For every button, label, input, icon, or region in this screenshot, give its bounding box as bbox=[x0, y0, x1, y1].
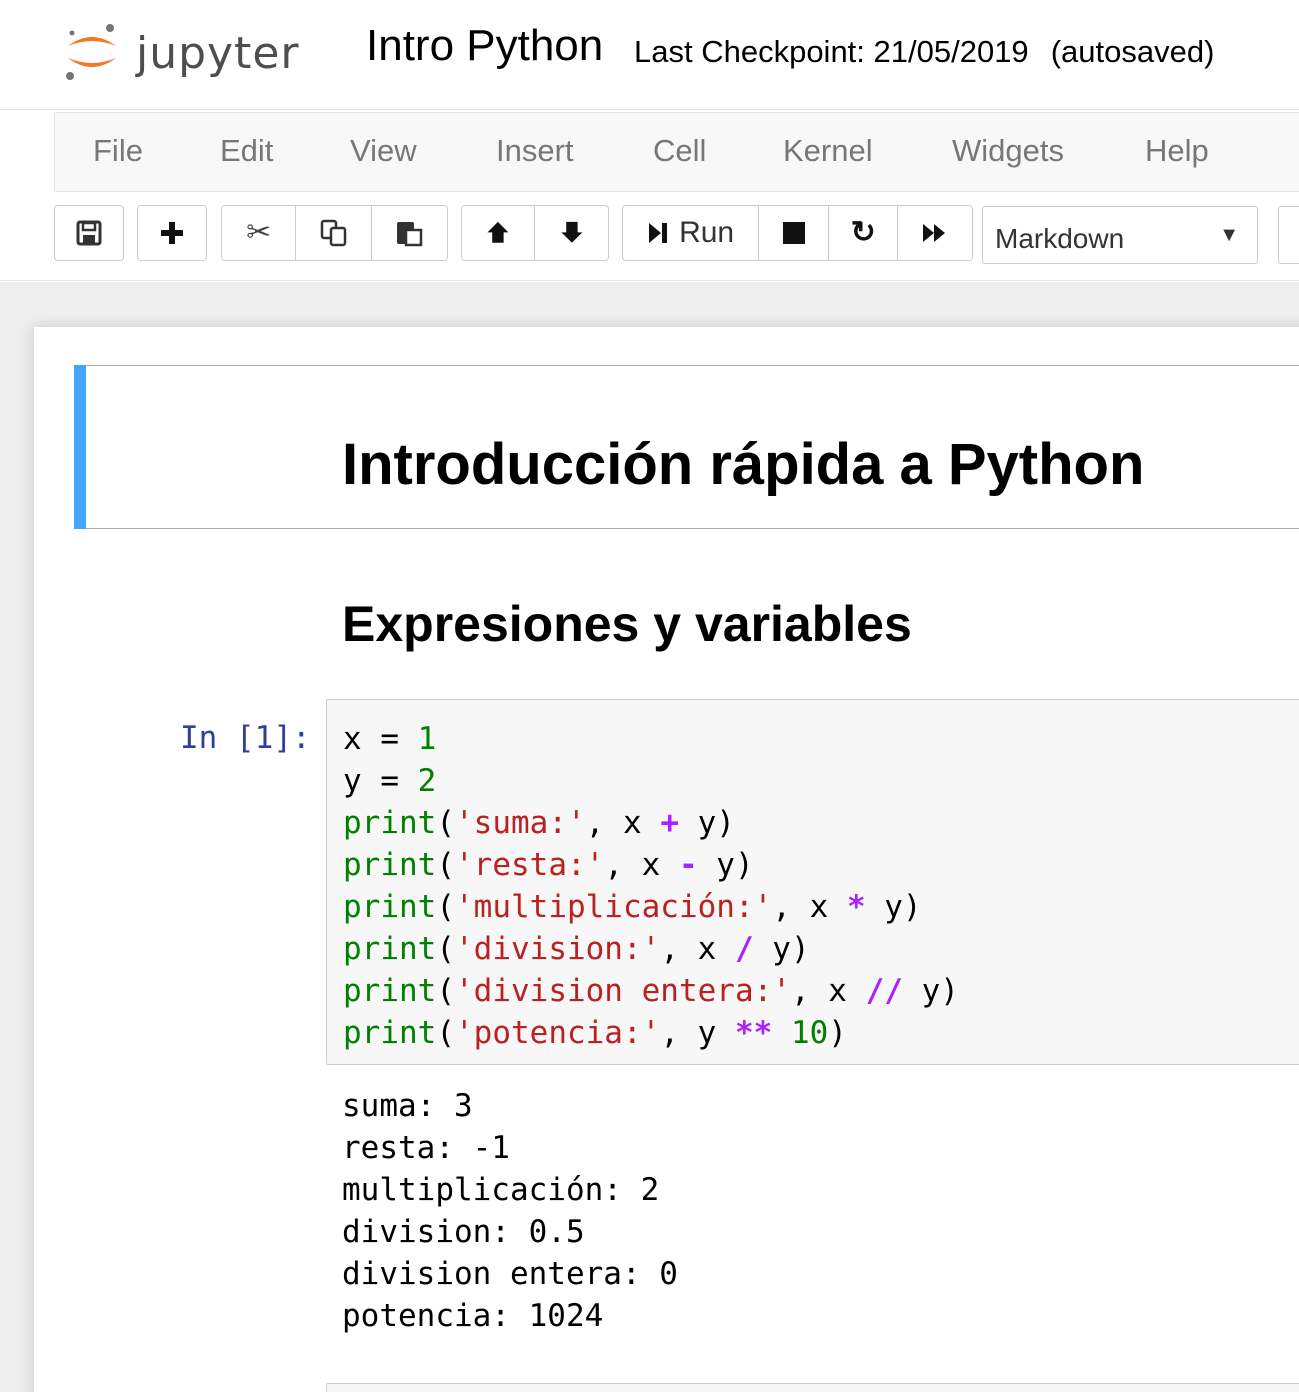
save-group bbox=[54, 205, 124, 261]
edit-group: ✂ bbox=[221, 205, 448, 261]
checkpoint-text: Last Checkpoint: 21/05/2019 bbox=[634, 34, 1029, 69]
output-line: multiplicación: 2 bbox=[342, 1172, 660, 1208]
selected-cell-indicator bbox=[74, 365, 86, 529]
code-line: print('division entera:', x // y) bbox=[343, 973, 959, 1009]
command-palette-button[interactable] bbox=[1278, 206, 1299, 264]
menu-edit[interactable]: Edit bbox=[220, 135, 273, 166]
caret-down-icon: ▼ bbox=[1219, 224, 1239, 246]
fast-forward-icon bbox=[923, 224, 946, 242]
checkpoint-status: Last Checkpoint: 21/05/2019 (autosaved) bbox=[634, 36, 1214, 67]
cut-button[interactable]: ✂ bbox=[222, 206, 297, 260]
menu-file[interactable]: File bbox=[93, 135, 143, 166]
menu-insert[interactable]: Insert bbox=[496, 135, 574, 166]
run-label: Run bbox=[679, 216, 735, 249]
arrow-up-icon bbox=[487, 221, 509, 243]
run-button[interactable]: Run bbox=[623, 206, 760, 260]
restart-run-all-button[interactable] bbox=[898, 206, 972, 260]
cell-output: suma: 3 resta: -1 multiplicación: 2 divi… bbox=[342, 1085, 678, 1337]
run-group: Run ↻ bbox=[622, 205, 973, 261]
cell-type-select[interactable]: Markdown ▼ bbox=[982, 206, 1258, 264]
code-line: y = 2 bbox=[343, 763, 437, 799]
notebook-site[interactable]: Introducción rápida a Python Expresiones… bbox=[0, 282, 1299, 1392]
code-line: print('multiplicación:', x * y) bbox=[343, 889, 922, 925]
code-line: print('potencia:', y ** 10) bbox=[343, 1015, 847, 1051]
output-line: potencia: 1024 bbox=[342, 1298, 604, 1334]
insert-group bbox=[137, 205, 207, 261]
code-line: x = 1 bbox=[343, 721, 437, 757]
notebook-title-heading: Introducción rápida a Python bbox=[342, 432, 1145, 497]
next-cell-input[interactable] bbox=[326, 1383, 1299, 1392]
paste-button[interactable] bbox=[371, 206, 447, 260]
header: jupyter Intro Python Last Checkpoint: 21… bbox=[0, 0, 1299, 110]
code-editor[interactable]: x = 1 y = 2 print('suma:', x + y) print(… bbox=[343, 718, 959, 1054]
code-line: print('suma:', x + y) bbox=[343, 805, 735, 841]
save-button[interactable] bbox=[55, 206, 123, 260]
notebook-container: Introducción rápida a Python Expresiones… bbox=[34, 327, 1299, 1392]
move-group bbox=[461, 205, 609, 261]
code-line: print('division:', x / y) bbox=[343, 931, 810, 967]
repeat-icon: ↻ bbox=[850, 216, 876, 249]
menu-kernel[interactable]: Kernel bbox=[783, 135, 873, 166]
autosave-status: (autosaved) bbox=[1050, 34, 1215, 69]
menu-view[interactable]: View bbox=[350, 135, 417, 166]
copy-icon bbox=[320, 219, 346, 247]
menubar: File Edit View Insert Cell Kernel Widget… bbox=[54, 112, 1299, 192]
insert-cell-button[interactable] bbox=[138, 206, 206, 260]
menu-cell[interactable]: Cell bbox=[653, 135, 706, 166]
output-line: division: 0.5 bbox=[342, 1214, 585, 1250]
step-forward-icon bbox=[649, 223, 668, 243]
cell-type-value: Markdown bbox=[995, 223, 1125, 254]
input-prompt: In [1]: bbox=[180, 720, 311, 756]
code-line: print('resta:', x - y) bbox=[343, 847, 754, 883]
menu-widgets[interactable]: Widgets bbox=[952, 135, 1064, 166]
scissors-icon: ✂ bbox=[246, 216, 272, 249]
code-cell-input[interactable]: x = 1 y = 2 print('suma:', x + y) print(… bbox=[326, 699, 1299, 1065]
move-down-button[interactable] bbox=[535, 206, 608, 260]
output-line: resta: -1 bbox=[342, 1130, 510, 1166]
paste-icon bbox=[397, 222, 423, 247]
save-icon bbox=[76, 220, 102, 246]
section-heading[interactable]: Expresiones y variables bbox=[342, 599, 912, 649]
plus-icon bbox=[161, 222, 183, 244]
jupyter-logo[interactable]: jupyter bbox=[58, 14, 328, 86]
notebook-name[interactable]: Intro Python bbox=[366, 24, 603, 68]
output-line: suma: 3 bbox=[342, 1088, 473, 1124]
arrow-down-icon bbox=[560, 221, 582, 243]
markdown-cell-selected[interactable]: Introducción rápida a Python bbox=[74, 365, 1299, 529]
interrupt-button[interactable] bbox=[759, 206, 829, 260]
restart-button[interactable]: ↻ bbox=[828, 206, 899, 260]
move-up-button[interactable] bbox=[462, 206, 535, 260]
menu-help[interactable]: Help bbox=[1145, 135, 1209, 166]
copy-button[interactable] bbox=[296, 206, 372, 260]
jupyter-logo-icon bbox=[66, 24, 116, 80]
output-line: division entera: 0 bbox=[342, 1256, 678, 1292]
logo-text: jupyter bbox=[136, 28, 300, 79]
stop-icon bbox=[782, 222, 805, 244]
